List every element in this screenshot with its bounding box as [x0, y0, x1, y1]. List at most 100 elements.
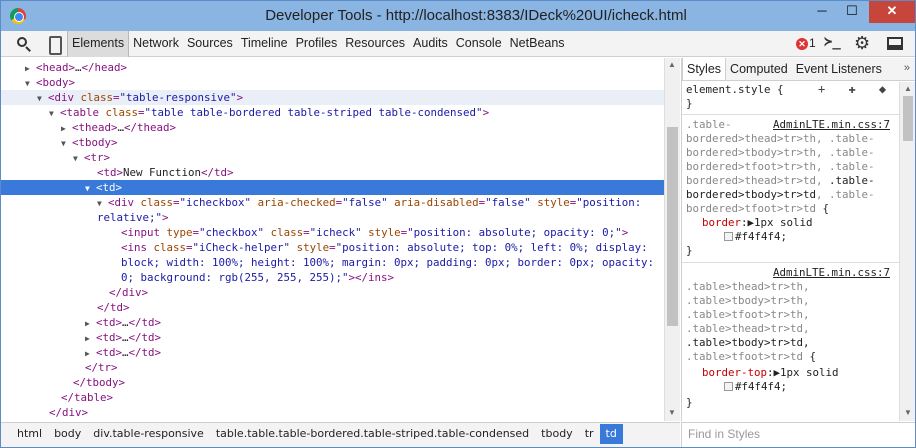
styles-scrollbar[interactable]: ▲ ▼	[899, 82, 915, 421]
rule-selector[interactable]: .table>tbody>tr>th,	[686, 294, 896, 308]
dom-node-body[interactable]: ▼ <body>	[1, 75, 664, 90]
collapse-arrow-icon[interactable]: ▼	[73, 151, 84, 166]
dom-node-div-table-responsive[interactable]: ▼ <div class="table-responsive">	[1, 90, 664, 105]
expand-arrow-icon[interactable]: ▶	[85, 346, 96, 361]
crumb-table[interactable]: table.table.table-bordered.table-striped…	[210, 424, 535, 444]
close-button[interactable]: ✕	[869, 1, 915, 23]
dom-node-div-icheckbox[interactable]: ▼ <div class="icheckbox" aria-checked="fa…	[1, 195, 664, 210]
crumb-tbody[interactable]: tbody	[535, 424, 579, 444]
dom-node-thead[interactable]: ▶ <thead>…</thead>	[1, 120, 664, 135]
tab-resources[interactable]: Resources	[341, 31, 409, 57]
dom-node-td-selected[interactable]: ▼ <td>	[1, 180, 664, 195]
more-tabs-icon[interactable]: »	[904, 62, 910, 74]
expand-arrow-icon[interactable]: ▶	[61, 121, 72, 136]
collapse-arrow-icon[interactable]: ▼	[37, 91, 48, 106]
new-rule-toggle-state-icons[interactable]: + ✚ ◆	[818, 82, 894, 96]
dock-side-icon[interactable]	[887, 37, 903, 50]
crumb-tr[interactable]: tr	[579, 424, 600, 444]
tab-timeline[interactable]: Timeline	[237, 31, 292, 57]
rule-selector[interactable]: .table>thead>tr>td,	[686, 322, 896, 336]
dom-node-div-icheckbox-cont[interactable]: relative;">	[1, 210, 664, 225]
dom-node-tr-close[interactable]: </tr>	[1, 360, 664, 375]
element-style-close: }	[686, 97, 693, 110]
dom-node-ins[interactable]: <ins class="iCheck-helper" style="positi…	[1, 240, 664, 255]
tab-audits[interactable]: Audits	[409, 31, 452, 57]
dom-node-table-close[interactable]: </table>	[1, 390, 664, 405]
crumb-td[interactable]: td	[599, 424, 623, 444]
rule-selector[interactable]: .table>tfoot>tr>td {	[686, 350, 896, 364]
device-mode-icon[interactable]	[45, 35, 63, 55]
dom-node-ins-cont1[interactable]: block; width: 100%; height: 100%; margin…	[1, 255, 664, 270]
dom-node-tbody-close[interactable]: </tbody>	[1, 375, 664, 390]
dom-node-table[interactable]: ▼ <table class="table table-bordered tabl…	[1, 105, 664, 120]
dom-node-td-collapsed[interactable]: ▶ <td>…</td>	[1, 345, 664, 360]
dom-node-td-collapsed[interactable]: ▶ <td>…</td>	[1, 315, 664, 330]
tab-sources[interactable]: Sources	[183, 31, 237, 57]
scroll-up-arrow-icon[interactable]: ▲	[904, 84, 912, 93]
tab-computed[interactable]: Computed	[726, 58, 792, 80]
rule-selector[interactable]: .table>tbody>tr>td,	[686, 336, 896, 350]
dom-node-tbody[interactable]: ▼ <tbody>	[1, 135, 664, 150]
console-drawer-icon[interactable]: ≻_	[824, 34, 841, 50]
rule-selector[interactable]: bordered>thead>tr>th, .table-	[686, 132, 896, 146]
error-icon[interactable]: ✕	[796, 38, 808, 50]
dom-node-td-new-function[interactable]: <td>New Function</td>	[1, 165, 664, 180]
maximize-button[interactable]: ☐	[839, 1, 865, 23]
rule-property[interactable]: border:▶1px solid	[702, 216, 912, 230]
gear-icon[interactable]: ⚙	[854, 33, 870, 54]
rule-selector[interactable]: bordered>tfoot>tr>th, .table-	[686, 160, 896, 174]
inspect-search-icon[interactable]	[15, 35, 33, 53]
rule-source-link[interactable]: AdminLTE.min.css:7	[773, 118, 890, 132]
collapse-arrow-icon[interactable]: ▼	[61, 136, 72, 151]
crumb-div[interactable]: div.table-responsive	[87, 424, 210, 444]
rule-property[interactable]: border-top:▶1px solid	[702, 366, 912, 380]
scrollbar-thumb[interactable]	[903, 96, 913, 141]
crumb-body[interactable]: body	[48, 424, 87, 444]
collapse-arrow-icon[interactable]: ▼	[97, 196, 108, 211]
rule-selector[interactable]: bordered>thead>tr>td, .table-	[686, 174, 896, 188]
crumb-html[interactable]: html	[11, 424, 48, 444]
tab-profiles[interactable]: Profiles	[292, 31, 342, 57]
dom-node-div-close[interactable]: </div>	[1, 285, 664, 300]
dom-tree-scrollbar[interactable]: ▲ ▼	[664, 58, 680, 421]
tab-styles[interactable]: Styles	[682, 58, 727, 80]
dom-node-ins-cont2[interactable]: 0; background: rgb(255, 255, 255);"></in…	[1, 270, 664, 285]
dom-node-td-close[interactable]: </td>	[1, 300, 664, 315]
rule-selector[interactable]: bordered>tbody>tr>td, .table-	[686, 188, 896, 202]
tab-event-listeners[interactable]: Event Listeners	[792, 58, 886, 80]
color-swatch[interactable]	[724, 232, 733, 241]
tab-console[interactable]: Console	[452, 31, 506, 57]
title-bar: Developer Tools - http://localhost:8383/…	[1, 1, 915, 31]
scroll-down-arrow-icon[interactable]: ▼	[904, 408, 912, 417]
error-count[interactable]: 1	[809, 36, 816, 50]
dom-node-head[interactable]: ▶ <head>…</head>	[1, 60, 664, 75]
expand-arrow-icon[interactable]: ▶	[85, 316, 96, 331]
rule-color-value[interactable]: #f4f4f4;	[724, 230, 915, 244]
expand-arrow-icon[interactable]: ▶	[25, 61, 36, 76]
rule-source-link[interactable]: AdminLTE.min.css:7	[773, 266, 890, 280]
scroll-down-arrow-icon[interactable]: ▼	[668, 408, 676, 417]
collapse-arrow-icon[interactable]: ▼	[25, 76, 36, 91]
dom-node-div-close[interactable]: </div>	[1, 405, 664, 420]
tab-netbeans[interactable]: NetBeans	[506, 31, 569, 57]
rule-selector[interactable]: .table- AdminLTE.min.css:7	[686, 118, 896, 132]
color-swatch[interactable]	[724, 382, 733, 391]
dom-node-tr[interactable]: ▼ <tr>	[1, 150, 664, 165]
collapse-arrow-icon[interactable]: ▼	[85, 181, 96, 196]
rule-selector[interactable]: .table>thead>tr>th,	[686, 280, 896, 294]
rule-selector[interactable]: .table>tfoot>tr>th,	[686, 308, 896, 322]
rule-selector[interactable]: bordered>tfoot>tr>td {	[686, 202, 896, 216]
minimize-button[interactable]: ─	[809, 1, 835, 23]
tab-network[interactable]: Network	[129, 31, 183, 57]
tab-elements[interactable]: Elements	[67, 31, 130, 57]
dom-node-td-collapsed[interactable]: ▶ <td>…</td>	[1, 330, 664, 345]
rule-selector[interactable]: bordered>tbody>tr>th, .table-	[686, 146, 896, 160]
dom-tree[interactable]: ▶ <head>…</head> ▼ <body> ▼ <div class="tab…	[1, 58, 664, 421]
scroll-up-arrow-icon[interactable]: ▲	[668, 60, 676, 69]
rule-color-value[interactable]: #f4f4f4;	[724, 380, 915, 394]
expand-arrow-icon[interactable]: ▶	[85, 331, 96, 346]
collapse-arrow-icon[interactable]: ▼	[49, 106, 60, 121]
find-in-styles-input[interactable]: Find in Styles	[681, 422, 915, 447]
dom-node-input[interactable]: <input type="checkbox" class="icheck" st…	[1, 225, 664, 240]
scrollbar-thumb[interactable]	[667, 127, 678, 326]
